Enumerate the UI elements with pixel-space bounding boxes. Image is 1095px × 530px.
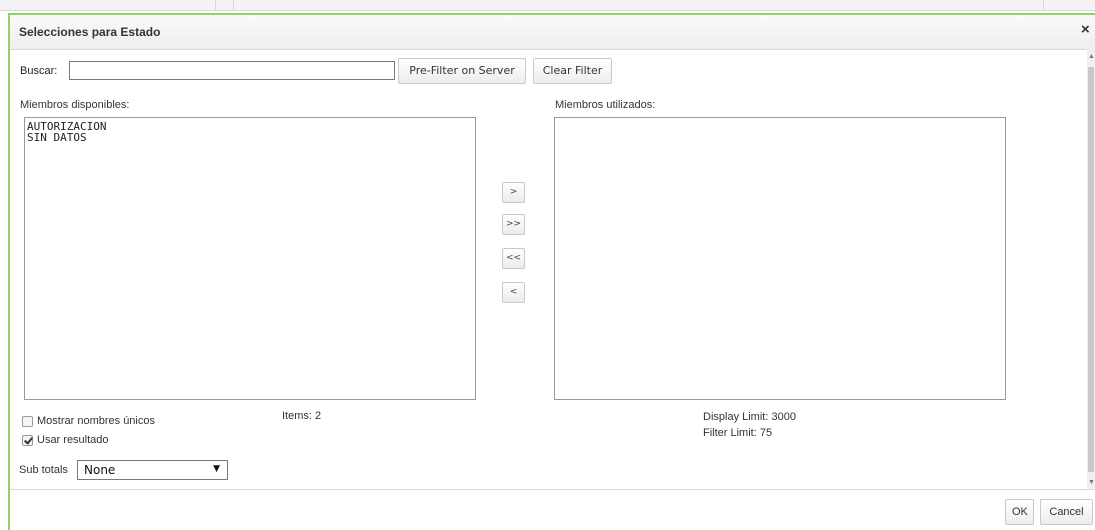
scroll-up-icon[interactable]: ▲	[1088, 53, 1095, 60]
remove-all-button[interactable]: <<	[502, 248, 525, 269]
background-grid-strip	[0, 0, 1095, 11]
cancel-button[interactable]: Cancel	[1040, 499, 1093, 525]
background-cell	[0, 0, 216, 10]
remove-button[interactable]: <	[502, 282, 525, 303]
used-members-label: Miembros utilizados:	[555, 99, 656, 111]
subtotals-selected-value: None	[84, 463, 116, 477]
prefilter-button[interactable]: Pre-Filter on Server	[398, 58, 526, 84]
ok-button[interactable]: OK	[1005, 499, 1034, 525]
filter-limit: Filter Limit: 75	[703, 427, 773, 439]
list-item[interactable]: SIN DATOS	[25, 132, 475, 143]
display-limit: Display Limit: 3000	[703, 411, 796, 423]
items-count: Items: 2	[282, 410, 322, 422]
scroll-down-icon[interactable]: ▼	[1088, 479, 1095, 486]
list-item[interactable]: AUTORIZACION	[25, 121, 475, 132]
unique-names-checkbox[interactable]	[22, 415, 33, 427]
unique-names-label: Mostrar nombres únicos	[37, 415, 155, 427]
subtotals-label: Sub totals	[19, 464, 68, 476]
background-cell	[233, 0, 1044, 10]
use-result-checkbox[interactable]	[22, 434, 33, 446]
footer-divider	[10, 489, 1095, 490]
dialog-titlebar[interactable]: Selecciones para Estado ×	[10, 15, 1095, 50]
use-result-label: Usar resultado	[37, 434, 109, 446]
available-items-container: AUTORIZACION SIN DATOS	[25, 118, 475, 143]
chevron-down-icon: ▼	[213, 464, 220, 474]
dialog-scrollbar[interactable]: ▲ ▼	[1087, 49, 1095, 489]
close-icon[interactable]: ×	[1081, 22, 1095, 38]
unique-names-option[interactable]: Mostrar nombres únicos	[22, 415, 155, 427]
add-button[interactable]: >	[502, 182, 525, 203]
add-all-button[interactable]: >>	[502, 214, 525, 235]
available-members-label: Miembros disponibles:	[20, 99, 130, 111]
selection-dialog: Selecciones para Estado × Buscar: Pre-Fi…	[8, 13, 1095, 530]
search-label: Buscar:	[20, 65, 58, 77]
dialog-title: Selecciones para Estado	[19, 25, 161, 39]
clear-filter-button[interactable]: Clear Filter	[533, 58, 612, 84]
background-cell	[215, 0, 234, 10]
subtotals-select[interactable]: None ▼	[77, 460, 228, 480]
available-members-list[interactable]: AUTORIZACION SIN DATOS	[24, 117, 476, 400]
used-members-list[interactable]	[554, 117, 1006, 400]
use-result-option[interactable]: Usar resultado	[22, 434, 109, 446]
scrollbar-thumb[interactable]	[1088, 67, 1094, 472]
search-input[interactable]	[69, 61, 395, 80]
